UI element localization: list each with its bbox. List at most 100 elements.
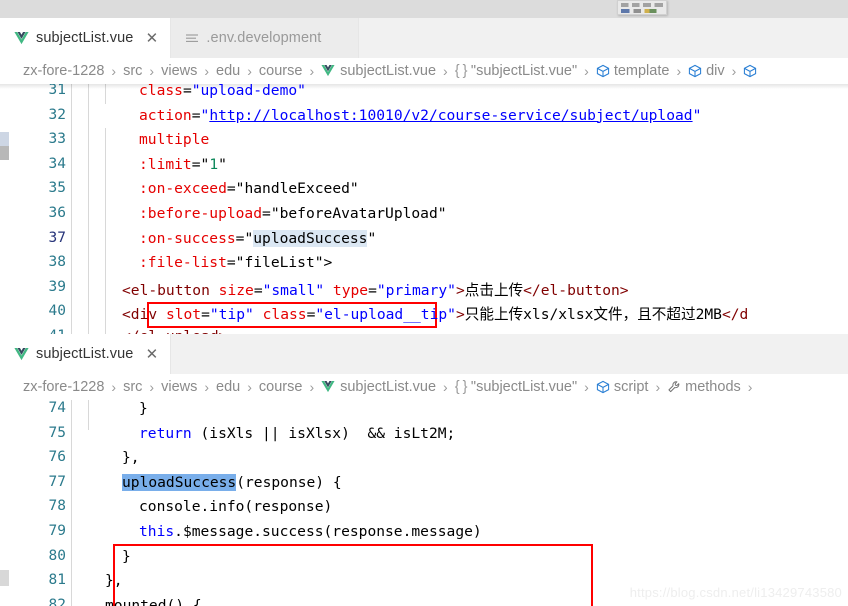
indent-guide (71, 400, 72, 606)
breadcrumb-item-src[interactable]: src (123, 63, 142, 79)
code-token: > (455, 306, 465, 324)
line-number: 76 (48, 449, 66, 466)
code-token: action (139, 106, 192, 124)
code-line[interactable]: console.info(response) (139, 498, 332, 515)
line-number: 81 (48, 572, 66, 589)
breadcrumb-label: subjectList.vue (340, 63, 437, 79)
code-line[interactable]: }, (122, 449, 140, 466)
close-icon[interactable]: ✕ (332, 31, 347, 46)
tabbar-empty-space (171, 334, 848, 374)
line-number: 32 (48, 106, 66, 123)
breadcrumb-item-course[interactable]: course (259, 63, 303, 79)
code-line[interactable]: action="http://localhost:10010/v2/course… (139, 107, 701, 124)
code-token: <el-button (122, 281, 219, 299)
breadcrumb-separator: › (149, 63, 155, 79)
breadcrumb-item-methods[interactable]: methods (667, 379, 741, 395)
breadcrumb-item-edu[interactable]: edu (216, 63, 240, 79)
overview-ruler-top[interactable] (0, 84, 9, 334)
code-line[interactable]: class="upload-demo" (139, 84, 306, 99)
cube-icon (743, 64, 757, 78)
code-editor-bottom[interactable]: 74} 75 return (isXls || isXlsx) && isLt2M;… (0, 400, 848, 606)
code-line[interactable]: :on-exceed="handleExceed" (139, 180, 359, 197)
line-number: 33 (48, 131, 66, 148)
code-line[interactable]: <div slot="tip" class="el-upload__tip">只… (122, 303, 748, 324)
tab-subjectList-vue-bottom[interactable]: subjectList.vue ✕ (0, 334, 172, 374)
code-token: } (122, 547, 131, 565)
code-token: uploadSuccess (253, 229, 368, 247)
vue-icon (321, 380, 336, 394)
code-line[interactable]: return (isXls || isXlsx) && isLt2M; (139, 425, 455, 442)
breadcrumb-item-truncated[interactable] (743, 64, 757, 78)
close-icon[interactable]: ✕ (144, 31, 159, 46)
breadcrumb-item-project[interactable]: zx-fore-1228 (23, 379, 104, 395)
breadcrumb-item-file[interactable]: subjectList.vue (321, 379, 436, 395)
code-token: }, (105, 572, 123, 590)
breadcrumb-item-script[interactable]: script (596, 379, 648, 395)
breadcrumb-label: course (258, 63, 303, 79)
breadcrumb-item-module[interactable]: { } "subjectList.vue" (455, 379, 577, 395)
code-line[interactable]: } (139, 400, 148, 417)
line-number: 77 (48, 473, 66, 490)
line-number: 74 (48, 400, 66, 416)
code-token: console.info(response) (139, 498, 333, 516)
breadcrumb-item-views[interactable]: views (161, 379, 197, 395)
code-line[interactable]: <el-button size="small" type="primary">点… (122, 279, 629, 300)
code-token: :on-success (139, 229, 236, 247)
code-token: " (244, 229, 254, 247)
tab-env-development[interactable]: .env.development ✕ (171, 18, 360, 58)
line-number: 35 (48, 180, 66, 197)
breadcrumb-item-module[interactable]: { } "subjectList.vue" (455, 63, 577, 79)
breadcrumb-item-file[interactable]: subjectList.vue (321, 63, 436, 79)
breadcrumb-separator: › (149, 379, 155, 395)
code-editor-top[interactable]: 31 class="upload-demo" 32 action="http://lo… (0, 84, 848, 334)
code-line[interactable]: :file-list="fileList"> (139, 254, 332, 271)
vue-icon (14, 347, 29, 361)
code-token: }, (122, 449, 140, 467)
code-token: type (332, 281, 369, 299)
breadcrumb-separator: › (111, 379, 117, 395)
code-line[interactable]: }, (105, 572, 123, 589)
code-line[interactable]: uploadSuccess(response) { (122, 473, 342, 491)
breadcrumb-item-course[interactable]: course (259, 379, 303, 395)
code-line[interactable]: this.$message.success(response.message) (139, 523, 482, 540)
pane-scroll-shadow (0, 84, 848, 89)
code-token: "upload-demo" (191, 84, 306, 99)
breadcrumb-item-edu[interactable]: edu (216, 379, 240, 395)
code-line[interactable]: multiple (139, 131, 209, 148)
code-token: "tip" (209, 306, 254, 324)
line-number: 39 (48, 278, 66, 295)
line-number: 78 (48, 498, 66, 515)
breadcrumb-item-template[interactable]: template (596, 63, 669, 79)
breadcrumb-separator: › (731, 63, 737, 79)
close-icon[interactable]: ✕ (144, 347, 159, 362)
code-token: " (200, 155, 210, 173)
line-number: 37 (48, 229, 66, 246)
breadcrumb-item-views[interactable]: views (161, 63, 197, 79)
breadcrumb-item-div[interactable]: div (688, 63, 725, 79)
breadcrumb-item-src[interactable]: src (123, 379, 142, 395)
code-token: 只能上传xls/xlsx文件，且不超过2MB (464, 306, 722, 324)
code-token: "fileList"> (235, 254, 333, 272)
code-line[interactable]: mounted() { (105, 597, 202, 606)
tab-label: subjectList.vue (36, 30, 134, 46)
tab-subjectList-vue-top[interactable]: subjectList.vue ✕ (0, 18, 172, 58)
code-token: (response) { (236, 473, 342, 491)
cube-icon (596, 64, 610, 78)
code-line[interactable]: :limit="1" (139, 156, 227, 173)
code-line[interactable]: :before-upload="beforeAvatarUpload" (139, 205, 447, 222)
code-line[interactable]: } (122, 548, 131, 565)
code-token: :limit (139, 155, 192, 173)
line-number: 40 (48, 303, 66, 320)
code-token: </d (721, 306, 749, 324)
code-token: } (139, 400, 148, 417)
breadcrumb-label: zx-fore-1228 (23, 63, 105, 79)
line-number: 36 (48, 205, 66, 221)
file-lines-icon (185, 32, 199, 45)
breadcrumb-item-project[interactable]: zx-fore-1228 (23, 63, 104, 79)
code-token: = (226, 180, 236, 198)
overview-ruler-bottom[interactable] (0, 400, 9, 606)
code-token: = (262, 205, 271, 222)
code-line[interactable]: :on-success="uploadSuccess" (139, 229, 376, 247)
